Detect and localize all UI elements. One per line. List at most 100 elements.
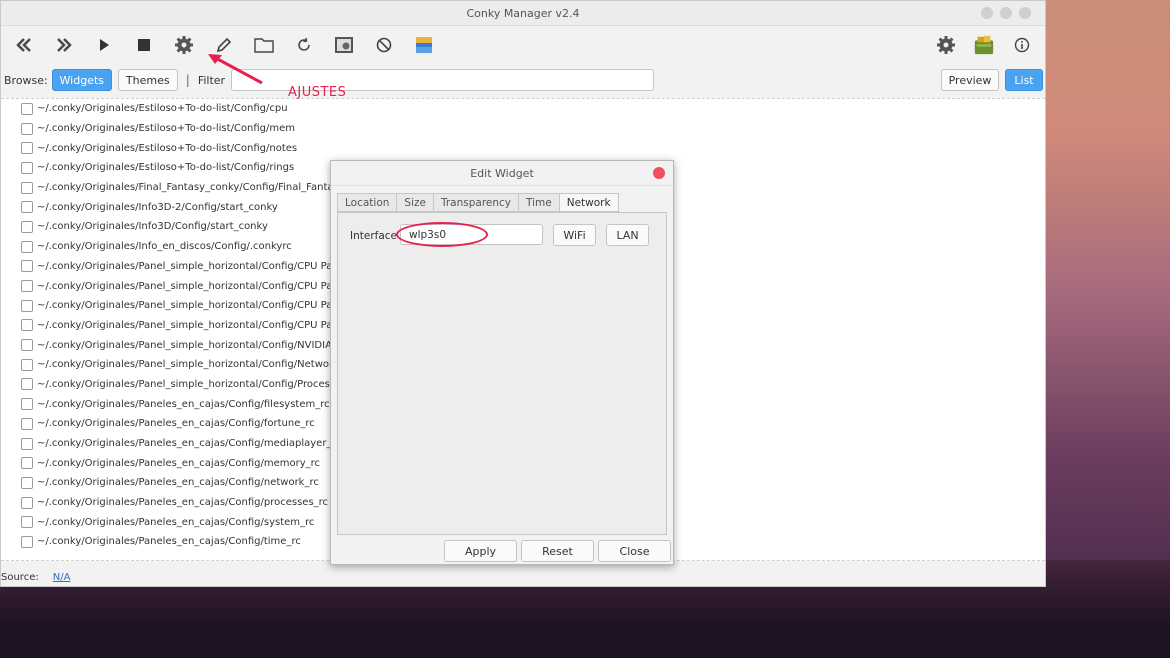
list-item-checkbox[interactable] xyxy=(21,398,33,411)
list-item-label: ~/.conky/Originales/Paneles_en_cajas/Con… xyxy=(37,477,319,489)
dialog-title-bar: Edit Widget xyxy=(331,161,673,186)
interface-label: Interface xyxy=(350,230,398,242)
list-item-label: ~/.conky/Originales/Info3D-2/Config/star… xyxy=(37,201,278,213)
settings-gear-icon[interactable] xyxy=(935,34,957,56)
window-controls xyxy=(981,7,1031,19)
list-item-checkbox[interactable] xyxy=(21,358,33,371)
list-item-checkbox[interactable] xyxy=(21,220,33,233)
list-item-label: ~/.conky/Originales/Paneles_en_cajas/Con… xyxy=(37,398,330,410)
dialog-close-button[interactable] xyxy=(653,167,665,179)
source-label: Source: xyxy=(1,571,39,583)
list-item-label: ~/.conky/Originales/Panel_simple_horizon… xyxy=(37,359,349,371)
list-item-label: ~/.conky/Originales/Panel_simple_horizon… xyxy=(37,378,345,390)
block-icon[interactable] xyxy=(373,34,395,56)
dialog-buttons: Apply Reset Close xyxy=(444,540,671,562)
screenshot-icon[interactable] xyxy=(333,34,355,56)
list-item-checkbox[interactable] xyxy=(21,516,33,529)
list-item-label: ~/.conky/Originales/Panel_simple_horizon… xyxy=(37,319,345,331)
list-item[interactable]: ~/.conky/Originales/Estiloso+To-do-list/… xyxy=(1,138,1045,158)
list-item-checkbox[interactable] xyxy=(21,102,33,115)
list-item-label: ~/.conky/Originales/Info3D/Config/start_… xyxy=(37,221,268,233)
list-item-checkbox[interactable] xyxy=(21,417,33,430)
annotation-text: AJUSTES xyxy=(288,85,347,100)
annotation-highlight-ellipse xyxy=(396,222,488,247)
tab-size[interactable]: Size xyxy=(396,193,433,212)
browse-label: Browse: xyxy=(4,73,48,87)
network-tab-panel: Interface WiFi LAN xyxy=(337,212,667,535)
list-item-label: ~/.conky/Originales/Paneles_en_cajas/Con… xyxy=(37,516,315,528)
browse-bar: Browse: Widgets Themes | Filter Preview … xyxy=(1,64,1045,96)
separator: | xyxy=(185,73,190,87)
list-item-checkbox[interactable] xyxy=(21,240,33,253)
list-item-label: ~/.conky/Originales/Panel_simple_horizon… xyxy=(37,260,345,272)
list-item-checkbox[interactable] xyxy=(21,299,33,312)
list-item-label: ~/.conky/Originales/Panel_simple_horizon… xyxy=(37,280,345,292)
list-item-checkbox[interactable] xyxy=(21,457,33,470)
close-dialog-button[interactable]: Close xyxy=(598,540,671,562)
annotation-arrow xyxy=(208,54,263,85)
donate-icon[interactable] xyxy=(973,34,995,56)
list-item-label: ~/.conky/Originales/Final_Fantasy_conky/… xyxy=(37,182,345,194)
info-icon[interactable] xyxy=(1011,34,1033,56)
themes-button[interactable]: Themes xyxy=(117,69,178,91)
list-item[interactable]: ~/.conky/Originales/Estiloso+To-do-list/… xyxy=(1,119,1045,139)
tab-network[interactable]: Network xyxy=(558,193,619,212)
close-button[interactable] xyxy=(1019,7,1031,19)
tab-transparency[interactable]: Transparency xyxy=(432,193,519,212)
list-button[interactable]: List xyxy=(1005,69,1043,91)
list-item-label: ~/.conky/Originales/Info_en_discos/Confi… xyxy=(37,241,292,253)
toolbar xyxy=(1,26,1045,64)
stop-icon[interactable] xyxy=(133,34,155,56)
list-item[interactable]: ~/.conky/Originales/Estiloso+To-do-list/… xyxy=(1,99,1045,119)
list-item-label: ~/.conky/Originales/Estiloso+To-do-list/… xyxy=(37,123,296,135)
list-item-checkbox[interactable] xyxy=(21,201,33,214)
apply-button[interactable]: Apply xyxy=(444,540,517,562)
list-item-checkbox[interactable] xyxy=(21,280,33,293)
list-item-label: ~/.conky/Originales/Panel_simple_horizon… xyxy=(37,300,345,312)
list-item-label: ~/.conky/Originales/Panel_simple_horizon… xyxy=(37,339,347,351)
list-item-checkbox[interactable] xyxy=(21,535,33,548)
edit-widget-dialog: Edit Widget Location Size Transparency T… xyxy=(330,160,674,565)
list-item-checkbox[interactable] xyxy=(21,122,33,135)
list-item-label: ~/.conky/Originales/Paneles_en_cajas/Con… xyxy=(37,457,321,469)
list-item-label: ~/.conky/Originales/Paneles_en_cajas/Con… xyxy=(37,418,315,430)
list-item-checkbox[interactable] xyxy=(21,260,33,273)
refresh-icon[interactable] xyxy=(293,34,315,56)
gear-icon[interactable] xyxy=(173,34,195,56)
wifi-button[interactable]: WiFi xyxy=(553,224,596,246)
maximize-button[interactable] xyxy=(1000,7,1012,19)
widgets-button[interactable]: Widgets xyxy=(51,69,112,91)
image-icon[interactable] xyxy=(413,34,435,56)
list-item-checkbox[interactable] xyxy=(21,496,33,509)
list-item-label: ~/.conky/Originales/Paneles_en_cajas/Con… xyxy=(37,438,341,450)
lan-button[interactable]: LAN xyxy=(606,224,649,246)
list-item-checkbox[interactable] xyxy=(21,437,33,450)
toolbar-right xyxy=(935,34,1033,56)
list-item-label: ~/.conky/Originales/Estiloso+To-do-list/… xyxy=(37,162,295,174)
dialog-tabs: Location Size Transparency Time Network xyxy=(337,193,619,212)
list-item-label: ~/.conky/Originales/Estiloso+To-do-list/… xyxy=(37,142,298,154)
preview-button[interactable]: Preview xyxy=(941,69,999,91)
list-item-label: ~/.conky/Originales/Estiloso+To-do-list/… xyxy=(37,103,288,115)
tab-time[interactable]: Time xyxy=(518,193,559,212)
list-item-checkbox[interactable] xyxy=(21,161,33,174)
tab-location[interactable]: Location xyxy=(337,193,397,212)
list-item-checkbox[interactable] xyxy=(21,339,33,352)
source-link[interactable]: N/A xyxy=(53,572,71,583)
minimize-button[interactable] xyxy=(981,7,993,19)
view-mode-buttons: Preview List xyxy=(941,69,1043,91)
play-icon[interactable] xyxy=(93,34,115,56)
forward-icon[interactable] xyxy=(53,34,75,56)
title-bar: Conky Manager v2.4 xyxy=(1,1,1045,26)
status-bar: Source: N/A xyxy=(1,567,70,587)
rewind-icon[interactable] xyxy=(13,34,35,56)
list-item-checkbox[interactable] xyxy=(21,319,33,332)
reset-button[interactable]: Reset xyxy=(521,540,594,562)
list-item-checkbox[interactable] xyxy=(21,476,33,489)
list-item-checkbox[interactable] xyxy=(21,142,33,155)
list-item-label: ~/.conky/Originales/Paneles_en_cajas/Con… xyxy=(37,497,329,509)
list-item-checkbox[interactable] xyxy=(21,378,33,391)
list-item-checkbox[interactable] xyxy=(21,181,33,194)
list-item-label: ~/.conky/Originales/Paneles_en_cajas/Con… xyxy=(37,536,301,548)
dialog-title: Edit Widget xyxy=(470,166,534,180)
